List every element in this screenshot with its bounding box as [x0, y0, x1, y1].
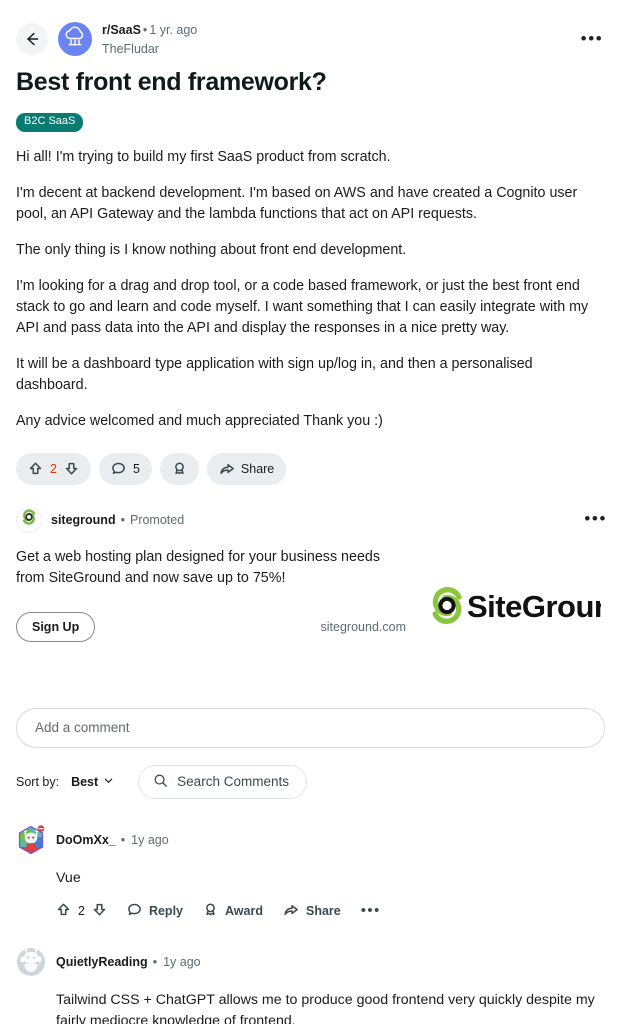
comment-header: DoOmXx_ • 1y ago — [16, 824, 605, 855]
comment-header: QuietlyReading • 1y ago — [16, 947, 605, 977]
share-pill[interactable]: Share — [206, 452, 287, 485]
comment-body: Vue — [16, 868, 605, 889]
post-overflow-menu-button[interactable]: ••• — [577, 28, 607, 50]
post-paragraph: Hi all! I'm trying to build my first Saa… — [16, 148, 391, 165]
search-icon — [153, 773, 168, 791]
reply-label: Reply — [148, 904, 183, 919]
vote-pill: 2 — [16, 452, 91, 485]
comment-composer-wrap: Add a comment — [0, 677, 621, 748]
award-label: Award — [225, 904, 263, 919]
ad-header: siteground • Promoted ••• — [0, 506, 621, 533]
sort-selected-value: Best — [71, 774, 99, 789]
comments-pill[interactable]: 5 — [98, 452, 152, 485]
comment-author[interactable]: QuietlyReading — [56, 955, 148, 969]
post-title: Best front end framework? — [16, 67, 327, 96]
comment-avatar[interactable] — [16, 947, 46, 977]
comment-paragraph: Vue — [56, 869, 81, 886]
comment-item: QuietlyReading • 1y ago Tailwind CSS + C… — [0, 947, 621, 1024]
arrow-left-icon — [23, 30, 41, 48]
promoted-ad: siteground • Promoted ••• Get a web host… — [0, 506, 621, 677]
downvote-arrow-icon[interactable] — [64, 461, 79, 476]
chevron-down-icon — [103, 775, 114, 789]
comment-age: 1y ago — [131, 832, 169, 847]
ad-cta-row: Sign Up siteground.com — [16, 611, 412, 642]
ad-separator: • — [120, 512, 125, 527]
comment-score: 2 — [78, 904, 85, 919]
post-flair-badge[interactable]: B2C SaaS — [16, 112, 84, 132]
meta-separator: • — [142, 23, 148, 37]
comment-count: 5 — [132, 461, 140, 476]
snoo-avatar-hex-icon — [16, 824, 46, 859]
ad-content: Get a web hosting plan designed for your… — [0, 533, 621, 677]
post-paragraph: I'm decent at backend development. I'm b… — [16, 184, 578, 222]
ad-overflow-menu-button[interactable]: ••• — [584, 510, 607, 528]
comment-sort-bar: Sort by: Best Search Comments — [0, 748, 621, 799]
ad-promoted-label: Promoted — [129, 512, 185, 527]
post-paragraph: The only thing is I know nothing about f… — [16, 241, 407, 258]
upvote-arrow-icon[interactable] — [28, 461, 43, 476]
comment-bubble-icon — [111, 461, 126, 476]
post-meta: r/SaaS • 1 yr. ago TheFludar — [102, 20, 197, 58]
comment-paragraph: Tailwind CSS + ChatGPT allows me to prod… — [56, 991, 595, 1024]
comment-separator: • — [152, 954, 158, 969]
comment-award-button[interactable]: Award — [203, 902, 263, 920]
share-arrow-icon — [219, 461, 235, 477]
post-body: Hi all! I'm trying to build my first Saa… — [0, 147, 621, 432]
share-label: Share — [240, 461, 275, 476]
siteground-wordmark-icon: SiteGround — [429, 581, 605, 638]
comment-age: 1y ago — [163, 954, 201, 969]
comment-body: Tailwind CSS + ChatGPT allows me to prod… — [16, 990, 605, 1024]
award-pill[interactable] — [159, 452, 199, 485]
search-comments-placeholder: Search Comments — [177, 774, 289, 790]
sort-by-label: Sort by: — [16, 774, 60, 789]
post-header: r/SaaS • 1 yr. ago TheFludar ••• — [0, 0, 621, 58]
comment-reply-button[interactable]: Reply — [127, 902, 183, 920]
comment-action-bar: 2 Reply Award Share ••• — [16, 902, 605, 921]
search-comments-input[interactable]: Search Comments — [138, 764, 307, 799]
ellipsis-icon: ••• — [580, 29, 604, 48]
comment-author[interactable]: DoOmXx_ — [56, 833, 116, 847]
post-paragraph: Any advice welcomed and much appreciated… — [16, 412, 383, 429]
comment-overflow-menu-button[interactable]: ••• — [360, 902, 381, 920]
subreddit-link[interactable]: r/SaaS — [102, 23, 141, 37]
ad-text-column: Get a web hosting plan designed for your… — [16, 547, 424, 642]
comment-item: DoOmXx_ • 1y ago Vue 2 Reply Award Share… — [0, 824, 621, 921]
post-author[interactable]: TheFludar — [102, 41, 197, 58]
share-arrow-icon — [283, 902, 299, 921]
comment-share-button[interactable]: Share — [283, 902, 341, 921]
post-paragraph: I'm looking for a drag and drop tool, or… — [16, 277, 589, 336]
post-score: 2 — [50, 461, 57, 476]
post-meta-line: r/SaaS • 1 yr. ago — [102, 22, 197, 39]
ellipsis-icon: ••• — [584, 508, 607, 528]
ad-description[interactable]: Get a web hosting plan designed for your… — [16, 547, 391, 589]
award-icon — [203, 902, 218, 920]
add-comment-input[interactable]: Add a comment — [16, 707, 605, 748]
ad-advertiser-name[interactable]: siteground — [51, 513, 116, 527]
downvote-arrow-icon[interactable] — [92, 902, 107, 920]
snoo-avatar-grey-icon — [16, 947, 46, 981]
comment-avatar[interactable] — [16, 824, 46, 855]
award-icon — [172, 461, 187, 476]
comment-vote-group: 2 — [56, 902, 107, 920]
upvote-arrow-icon[interactable] — [56, 902, 71, 920]
post-paragraph: It will be a dashboard type application … — [16, 355, 533, 393]
sort-dropdown[interactable]: Best — [71, 775, 114, 789]
post-age: 1 yr. ago — [149, 23, 198, 37]
comment-separator: • — [120, 832, 126, 847]
subreddit-avatar[interactable] — [58, 22, 92, 56]
ad-advertiser-avatar[interactable] — [16, 506, 42, 533]
share-label: Share — [305, 904, 341, 919]
comment-bubble-icon — [127, 902, 142, 920]
siteground-logo-icon — [18, 508, 40, 532]
ad-image[interactable]: SiteGround — [424, 542, 605, 677]
ad-signup-button[interactable]: Sign Up — [16, 611, 96, 642]
post-action-bar: 2 5 Share — [0, 432, 621, 485]
cloud-rain-icon — [60, 22, 90, 56]
svg-text:SiteGround: SiteGround — [467, 589, 601, 624]
ellipsis-icon: ••• — [360, 902, 381, 920]
post-detail-page: r/SaaS • 1 yr. ago TheFludar ••• Best fron… — [0, 0, 621, 1024]
back-button[interactable] — [16, 23, 48, 55]
ad-domain-label: siteground.com — [320, 619, 406, 634]
post-flair-row: B2C SaaS — [0, 97, 621, 132]
